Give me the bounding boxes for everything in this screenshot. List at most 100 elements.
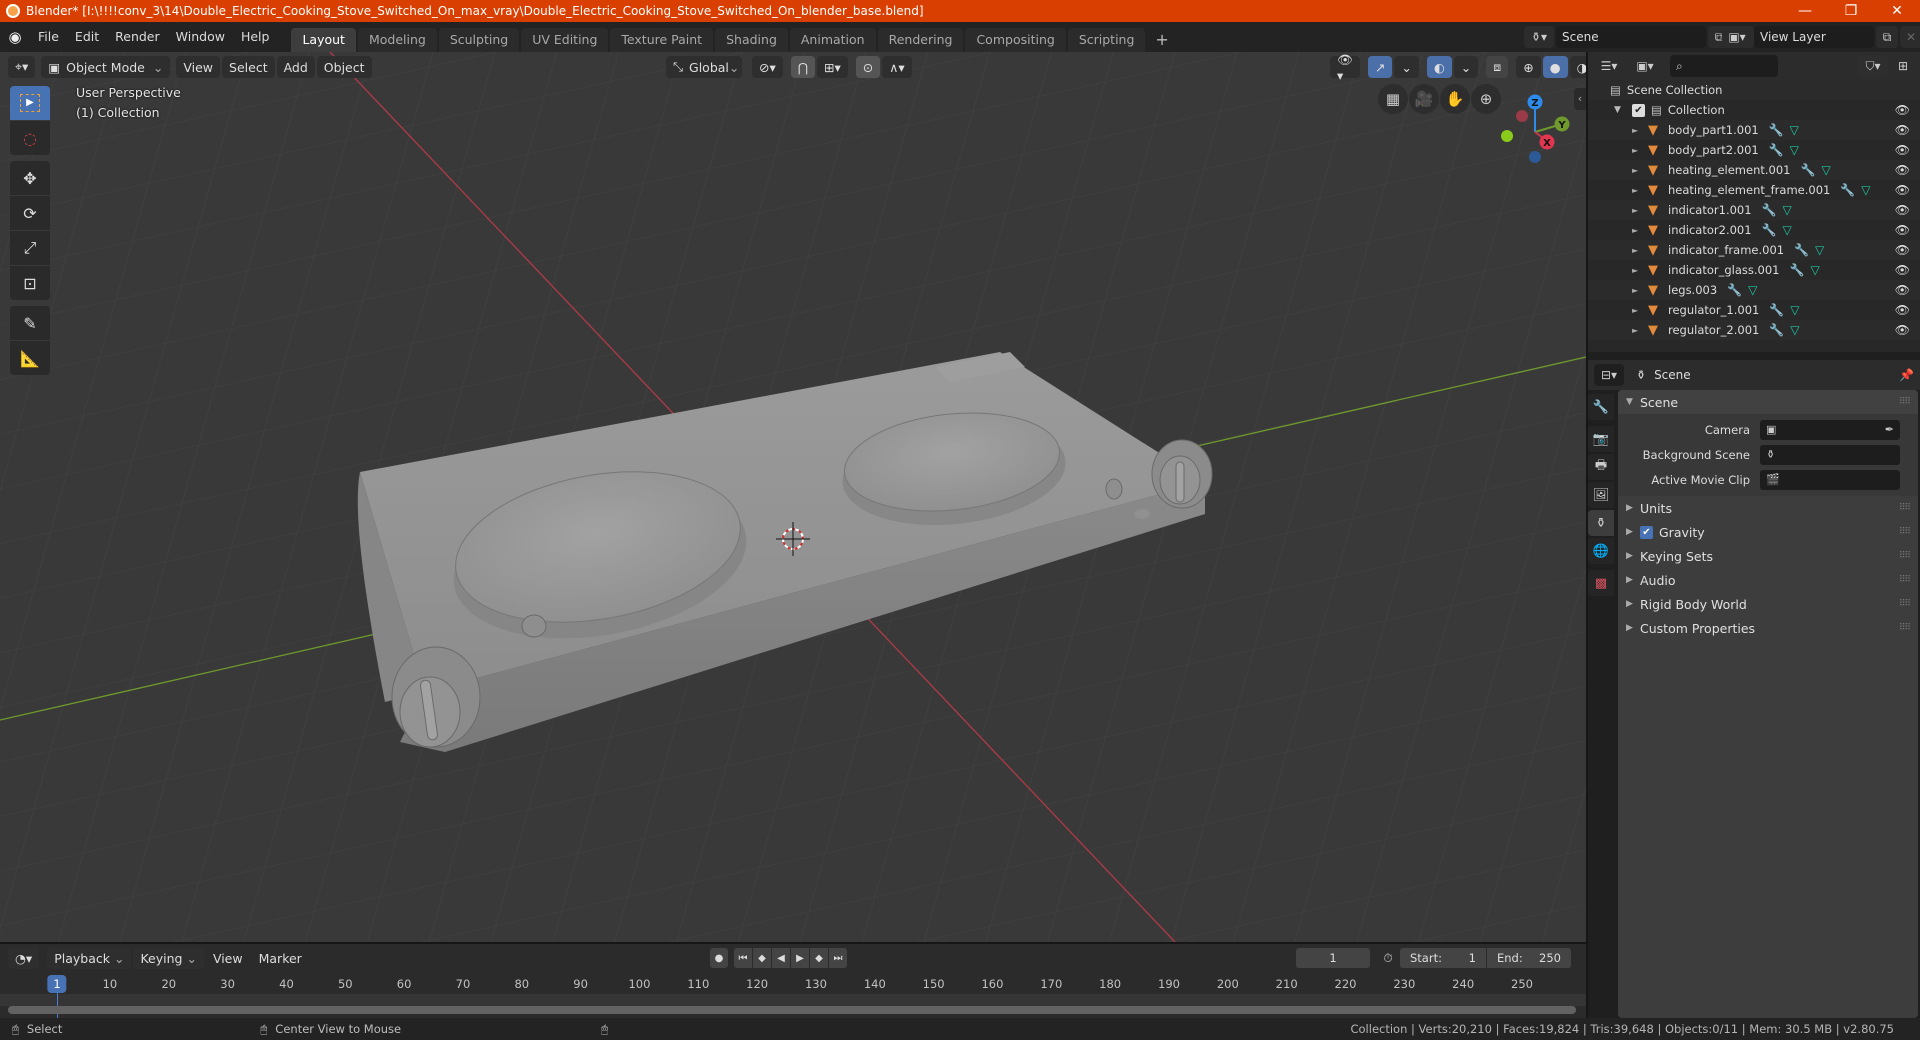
outliner-object-row[interactable]: ► ▼ indicator1.001 🔧 ▽ 👁: [1588, 200, 1920, 220]
timeline-track[interactable]: [0, 994, 1586, 1006]
outliner-object-row[interactable]: ► ▼ heating_element.001 🔧 ▽ 👁: [1588, 160, 1920, 180]
subpanel-gravity[interactable]: ▶ ✔ Gravity ⠿⠿: [1618, 520, 1918, 544]
mesh-data-icon[interactable]: ▽: [1783, 223, 1792, 237]
tab-modeling[interactable]: Modeling: [357, 28, 437, 52]
mesh-data-icon[interactable]: ▽: [1790, 143, 1799, 157]
outliner-scene-collection[interactable]: ▤ Scene Collection: [1588, 80, 1920, 100]
new-view-layer-icon[interactable]: ⧉: [1876, 26, 1898, 48]
eye-icon[interactable]: 👁: [1895, 103, 1910, 117]
cursor-tool-icon[interactable]: ◌: [10, 121, 50, 155]
close-button[interactable]: ✕: [1874, 0, 1920, 22]
pin-icon[interactable]: 📌: [1899, 368, 1914, 382]
tab-rendering[interactable]: Rendering: [877, 28, 964, 52]
subpanel-units[interactable]: ▶ Units ⠿⠿: [1618, 496, 1918, 520]
record-icon[interactable]: ●: [710, 948, 728, 968]
pivot-point-icon[interactable]: ⊘▾: [752, 56, 783, 78]
add-workspace-button[interactable]: +: [1147, 28, 1176, 52]
jump-start-icon[interactable]: ⏮: [734, 948, 752, 968]
menu-file[interactable]: File: [30, 25, 67, 49]
subpanel-audio[interactable]: ▶ Audio ⠿⠿: [1618, 568, 1918, 592]
timeline-ruler[interactable]: 1 10 20 30 40 50 60 70 80 90 100 110 120 130 140 150 160…: [0, 974, 1586, 994]
end-frame-field[interactable]: End: 250: [1487, 948, 1571, 968]
expand-arrow-icon[interactable]: ►: [1632, 226, 1644, 235]
menu-object[interactable]: Object: [316, 56, 372, 78]
expand-arrow-icon[interactable]: ►: [1632, 306, 1644, 315]
tab-compositing[interactable]: Compositing: [965, 28, 1066, 52]
menu-select[interactable]: Select: [222, 56, 275, 78]
camera-field[interactable]: ▣ ✒: [1760, 419, 1900, 440]
eye-icon[interactable]: 👁: [1895, 203, 1910, 217]
outliner-object-row[interactable]: ► ▼ regulator_1.001 🔧 ▽ 👁: [1588, 300, 1920, 320]
next-keyframe-icon[interactable]: ◆: [810, 948, 828, 968]
overlay-dropdown-icon[interactable]: ⌄: [1453, 56, 1479, 78]
stopwatch-icon[interactable]: ⏱: [1376, 951, 1400, 966]
drag-grip-icon[interactable]: ⠿⠿: [1899, 551, 1911, 561]
modifier-wrench-icon[interactable]: 🔧: [1762, 203, 1777, 217]
menu-render[interactable]: Render: [107, 25, 168, 49]
subpanel-rigid-body-world[interactable]: ▶ Rigid Body World ⠿⠿: [1618, 592, 1918, 616]
delete-view-layer-icon[interactable]: ✕: [1900, 26, 1920, 48]
view-layer-tab-icon[interactable]: 🖼: [1588, 482, 1614, 508]
outliner-object-row[interactable]: ► ▼ indicator2.001 🔧 ▽ 👁: [1588, 220, 1920, 240]
play-icon[interactable]: ▶: [791, 948, 809, 968]
timeline-view-menu[interactable]: View: [206, 947, 250, 969]
modifier-wrench-icon[interactable]: 🔧: [1769, 143, 1784, 157]
drag-grip-icon[interactable]: ⠿⠿: [1899, 575, 1911, 585]
eye-icon[interactable]: 👁: [1895, 183, 1910, 197]
modifier-wrench-icon[interactable]: 🔧: [1762, 223, 1777, 237]
wireframe-shading-icon[interactable]: ⊕: [1516, 56, 1541, 78]
expand-arrow-icon[interactable]: ►: [1632, 286, 1644, 295]
eye-icon[interactable]: 👁: [1895, 123, 1910, 137]
scene-tab-icon[interactable]: ⚱: [1588, 510, 1614, 536]
gizmo-dropdown-icon[interactable]: ⌄: [1394, 56, 1419, 78]
render-tab-icon[interactable]: 📷: [1588, 426, 1614, 452]
3d-viewport[interactable]: ⌖▾ ▣ Object Mode ⌄ View Select Add Object …: [0, 52, 1586, 942]
start-frame-field[interactable]: Start: 1: [1400, 948, 1486, 968]
active-movie-clip-field[interactable]: 🎬: [1760, 469, 1900, 490]
current-frame-marker[interactable]: 1: [47, 975, 67, 993]
measure-tool-icon[interactable]: 📐: [10, 341, 50, 375]
navigation-gizmo[interactable]: Z Y X: [1490, 86, 1570, 166]
view-layer-name-field[interactable]: View Layer: [1754, 26, 1874, 48]
mode-dropdown[interactable]: ▣ Object Mode ⌄: [41, 56, 171, 78]
mesh-data-icon[interactable]: ▽: [1783, 203, 1792, 217]
eye-icon[interactable]: 👁: [1895, 223, 1910, 237]
orientation-dropdown[interactable]: ⤡ Global ⌄: [666, 56, 742, 78]
xray-toggle-icon[interactable]: ⧈: [1486, 56, 1509, 78]
mesh-data-icon[interactable]: ▽: [1790, 323, 1799, 337]
menu-window[interactable]: Window: [168, 25, 233, 49]
blender-logo-icon[interactable]: ◉: [0, 28, 30, 46]
timeline-editor-type-icon[interactable]: ◔▾: [8, 947, 40, 969]
annotate-tool-icon[interactable]: ✎: [10, 306, 50, 340]
drag-grip-icon[interactable]: ⠿⠿: [1899, 623, 1911, 633]
collection-checkbox[interactable]: ✔: [1632, 103, 1645, 117]
view-layer-browse-icon[interactable]: ▣▾: [1722, 26, 1752, 48]
timeline-scrollbar[interactable]: [8, 1006, 1576, 1014]
texture-tab-icon[interactable]: ▩: [1588, 570, 1614, 596]
select-box-tool-icon[interactable]: ▶: [10, 86, 50, 120]
pan-view-hand-icon[interactable]: ✋: [1440, 84, 1470, 114]
proportional-edit-icon[interactable]: ⊙: [855, 56, 881, 78]
mesh-data-icon[interactable]: ▽: [1861, 183, 1870, 197]
modifier-wrench-icon[interactable]: 🔧: [1840, 183, 1855, 197]
toggle-camera-ortho-icon[interactable]: ▦: [1378, 84, 1408, 114]
world-tab-icon[interactable]: 🌐: [1588, 538, 1614, 564]
tab-texture-paint[interactable]: Texture Paint: [610, 28, 714, 52]
eye-icon[interactable]: 👁: [1895, 303, 1910, 317]
mesh-data-icon[interactable]: ▽: [1810, 263, 1819, 277]
gravity-checkbox[interactable]: ✔: [1640, 525, 1653, 539]
solid-shading-icon[interactable]: ●: [1542, 56, 1568, 78]
modifier-wrench-icon[interactable]: 🔧: [1790, 263, 1805, 277]
outliner-object-row[interactable]: ► ▼ regulator_2.001 🔧 ▽ 👁: [1588, 320, 1920, 340]
outliner-object-row[interactable]: ► ▼ legs.003 🔧 ▽ 👁: [1588, 280, 1920, 300]
background-scene-field[interactable]: ⚱: [1760, 444, 1900, 465]
menu-edit[interactable]: Edit: [67, 25, 107, 49]
expand-arrow-icon[interactable]: ►: [1632, 126, 1644, 135]
expand-arrow-icon[interactable]: ►: [1632, 146, 1644, 155]
eye-icon[interactable]: 👁: [1895, 283, 1910, 297]
marker-menu[interactable]: Marker: [252, 947, 309, 969]
eye-icon[interactable]: 👁: [1895, 243, 1910, 257]
mesh-data-icon[interactable]: ▽: [1790, 303, 1799, 317]
tab-sculpting[interactable]: Sculpting: [438, 28, 520, 52]
properties-editor-type-icon[interactable]: ⊟▾: [1594, 364, 1624, 386]
